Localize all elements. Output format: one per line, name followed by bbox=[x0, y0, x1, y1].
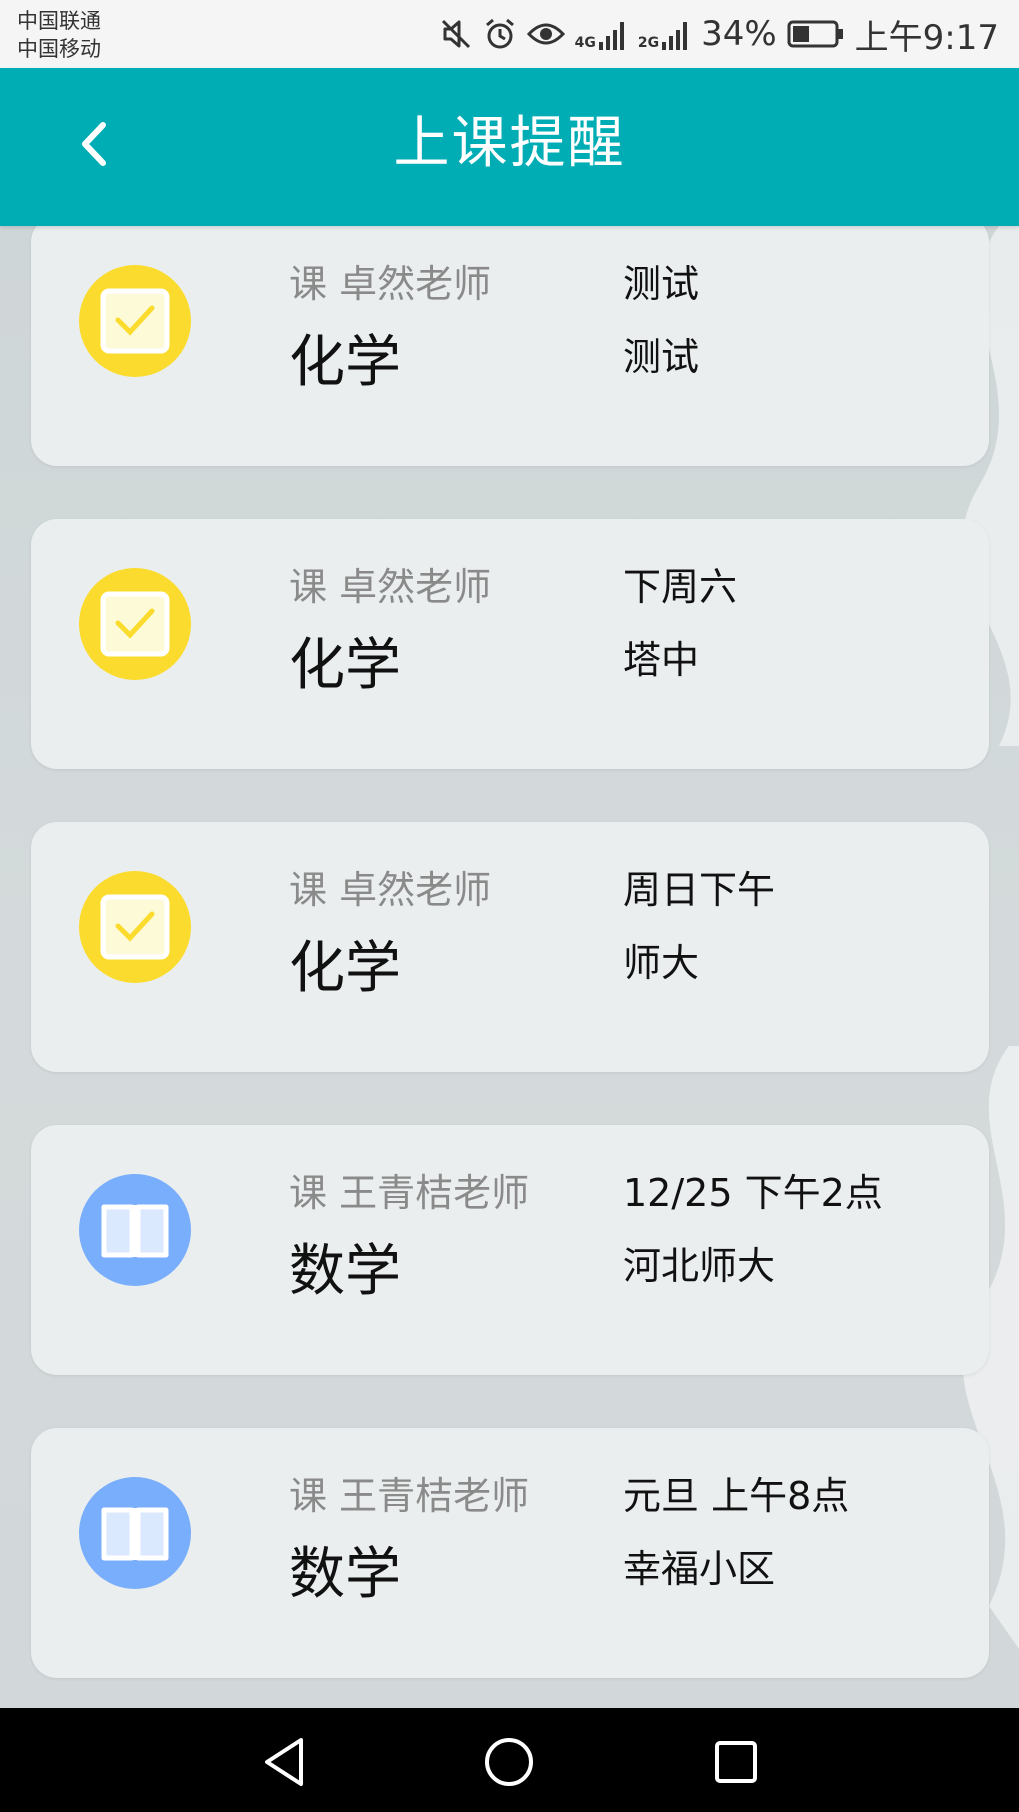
reminder-card[interactable]: 课 王青桔老师 数学 12/25 下午2点 河北师大 bbox=[31, 1125, 989, 1375]
page-title: 上课提醒 bbox=[393, 111, 626, 176]
check-icon bbox=[79, 568, 191, 680]
carrier-2: 中国移动 bbox=[17, 37, 101, 61]
signal-icon: 4G bbox=[575, 17, 628, 51]
time-label: 元旦 上午8点 bbox=[623, 1474, 850, 1518]
alarm-icon bbox=[483, 17, 517, 51]
carrier-1: 中国联通 bbox=[17, 9, 101, 33]
subject-label: 化学 bbox=[289, 330, 401, 395]
nav-recent-button[interactable] bbox=[706, 1732, 766, 1792]
battery-percent: 34% bbox=[701, 14, 777, 54]
battery-icon bbox=[787, 19, 845, 49]
nav-home-button[interactable] bbox=[479, 1732, 539, 1792]
app-header: 上课提醒 bbox=[0, 68, 1019, 226]
subject-label: 化学 bbox=[289, 936, 401, 1001]
time-label: 下周六 bbox=[623, 565, 738, 609]
check-icon bbox=[79, 871, 191, 983]
teacher-label: 课 王青桔老师 bbox=[289, 1171, 530, 1215]
home-circle-icon bbox=[485, 1738, 533, 1786]
place-label: 测试 bbox=[623, 335, 700, 379]
subject-label: 数学 bbox=[289, 1239, 401, 1304]
reminder-card[interactable]: 课 卓然老师 化学 下周六 塔中 bbox=[31, 519, 989, 769]
signal-icon: 2G bbox=[638, 17, 691, 51]
status-icons: 4G 2G 34% 上午9:17 bbox=[439, 0, 999, 68]
reminder-list: 课 卓然老师 化学 测试 测试 课 卓然老师 化学 下周六 塔中 课 卓然老师 … bbox=[31, 226, 989, 1708]
reminder-card[interactable]: 课 卓然老师 化学 周日下午 师大 bbox=[31, 822, 989, 1072]
carrier-info: 中国联通 中国移动 bbox=[17, 7, 101, 63]
mute-icon bbox=[439, 17, 473, 51]
teacher-label: 课 王青桔老师 bbox=[289, 1474, 530, 1518]
time-label: 12/25 下午2点 bbox=[623, 1171, 883, 1215]
nav-back-button[interactable] bbox=[254, 1732, 314, 1792]
network-2-label: 2G bbox=[637, 35, 660, 51]
place-label: 塔中 bbox=[623, 638, 700, 682]
screen: 中国联通 中国移动 4G 2G 34% 上午9:17 上课提醒 课 卓然老师 化… bbox=[0, 0, 1019, 1812]
place-label: 师大 bbox=[623, 941, 700, 985]
reminder-list-area[interactable]: 课 卓然老师 化学 测试 测试 课 卓然老师 化学 下周六 塔中 课 卓然老师 … bbox=[0, 226, 1019, 1708]
subject-label: 化学 bbox=[289, 633, 401, 698]
status-bar: 中国联通 中国移动 4G 2G 34% 上午9:17 bbox=[0, 0, 1019, 68]
check-icon bbox=[79, 265, 191, 377]
teacher-label: 课 卓然老师 bbox=[289, 565, 492, 609]
recent-square-icon bbox=[715, 1741, 757, 1783]
place-label: 河北师大 bbox=[623, 1244, 776, 1288]
book-icon bbox=[79, 1477, 191, 1589]
eye-icon bbox=[526, 19, 565, 49]
network-1-label: 4G bbox=[574, 35, 596, 51]
teacher-label: 课 卓然老师 bbox=[289, 262, 492, 306]
subject-label: 数学 bbox=[289, 1542, 401, 1607]
system-nav-bar bbox=[0, 1708, 1019, 1812]
clock: 上午9:17 bbox=[854, 17, 999, 58]
reminder-card[interactable]: 课 王青桔老师 数学 元旦 上午8点 幸福小区 bbox=[31, 1428, 989, 1678]
back-triangle-icon bbox=[265, 1738, 303, 1786]
time-label: 周日下午 bbox=[623, 868, 776, 912]
book-icon bbox=[79, 1174, 191, 1286]
teacher-label: 课 卓然老师 bbox=[289, 868, 492, 912]
place-label: 幸福小区 bbox=[623, 1547, 776, 1591]
time-label: 测试 bbox=[623, 262, 700, 306]
reminder-card[interactable]: 课 卓然老师 化学 测试 测试 bbox=[31, 226, 989, 466]
